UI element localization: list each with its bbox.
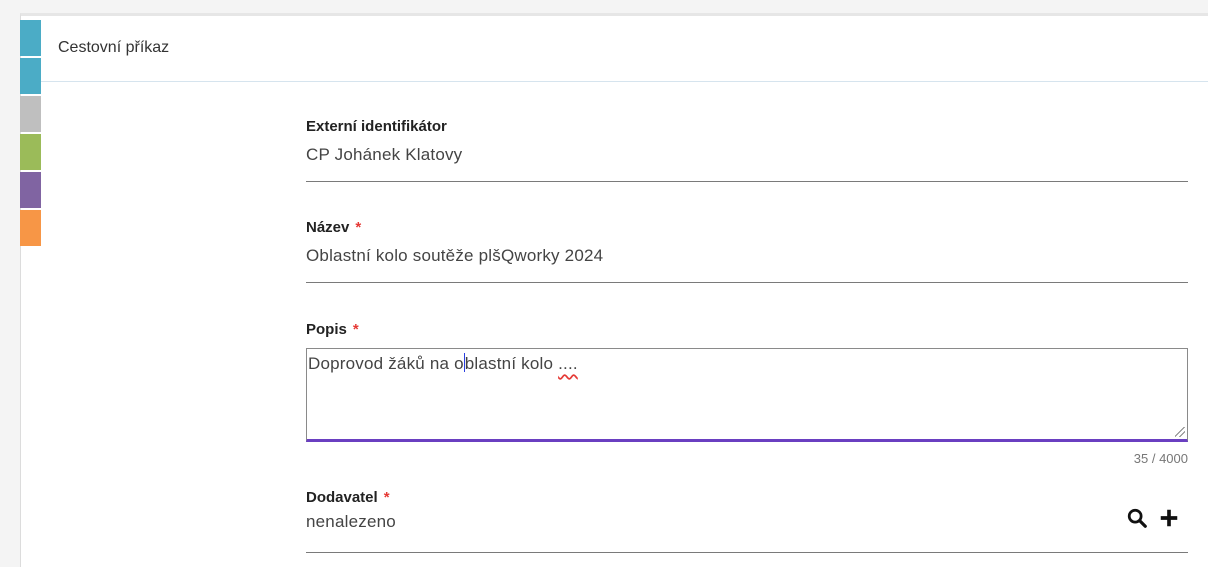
required-marker: * (355, 219, 362, 236)
supplier-underline (306, 552, 1188, 553)
description-field[interactable]: Popis * Doprovod žáků na oblastní kolo .… (306, 321, 1188, 471)
color-swatch[interactable] (20, 96, 41, 132)
external-id-underline (306, 181, 1188, 182)
misspelled-word: .... (558, 354, 578, 373)
panel-header: Cestovní příkaz (21, 16, 1208, 82)
required-marker: * (352, 321, 359, 338)
color-swatch[interactable] (20, 210, 41, 246)
travel-order-panel: Cestovní příkaz Externí identifikátor CP… (20, 13, 1208, 567)
supplier-field[interactable]: Dodavatel * nenalezeno (306, 489, 1188, 555)
required-marker: * (383, 489, 390, 506)
supplier-label: Dodavatel (306, 489, 378, 506)
character-counter: 35 / 4000 (1133, 451, 1188, 466)
name-input[interactable]: Oblastní kolo soutěže plšQworky 2024 (306, 246, 1188, 266)
color-swatch[interactable] (20, 20, 41, 56)
description-text-before-caret: Doprovod žáků na o (308, 354, 464, 373)
resize-handle-icon[interactable] (1175, 427, 1185, 437)
page-title: Cestovní příkaz (58, 39, 170, 56)
name-field[interactable]: Název * Oblastní kolo soutěže plšQworky … (306, 219, 1188, 285)
external-id-label: Externí identifikátor (306, 118, 447, 135)
color-swatch[interactable] (20, 134, 41, 170)
description-label: Popis (306, 321, 347, 338)
plus-icon[interactable] (1158, 507, 1180, 529)
search-icon[interactable] (1126, 507, 1148, 529)
color-swatch[interactable] (20, 172, 41, 208)
supplier-value[interactable]: nenalezeno (306, 512, 1188, 532)
name-underline (306, 282, 1188, 283)
name-label: Název (306, 219, 350, 236)
external-id-field[interactable]: Externí identifikátor CP Johánek Klatovy (306, 118, 1188, 184)
category-color-strip (20, 20, 42, 248)
description-text-after-caret: blastní kolo (464, 354, 559, 373)
color-swatch[interactable] (20, 58, 41, 94)
external-id-input[interactable]: CP Johánek Klatovy (306, 145, 1188, 165)
description-textarea[interactable]: Doprovod žáků na oblastní kolo .... (306, 348, 1188, 442)
